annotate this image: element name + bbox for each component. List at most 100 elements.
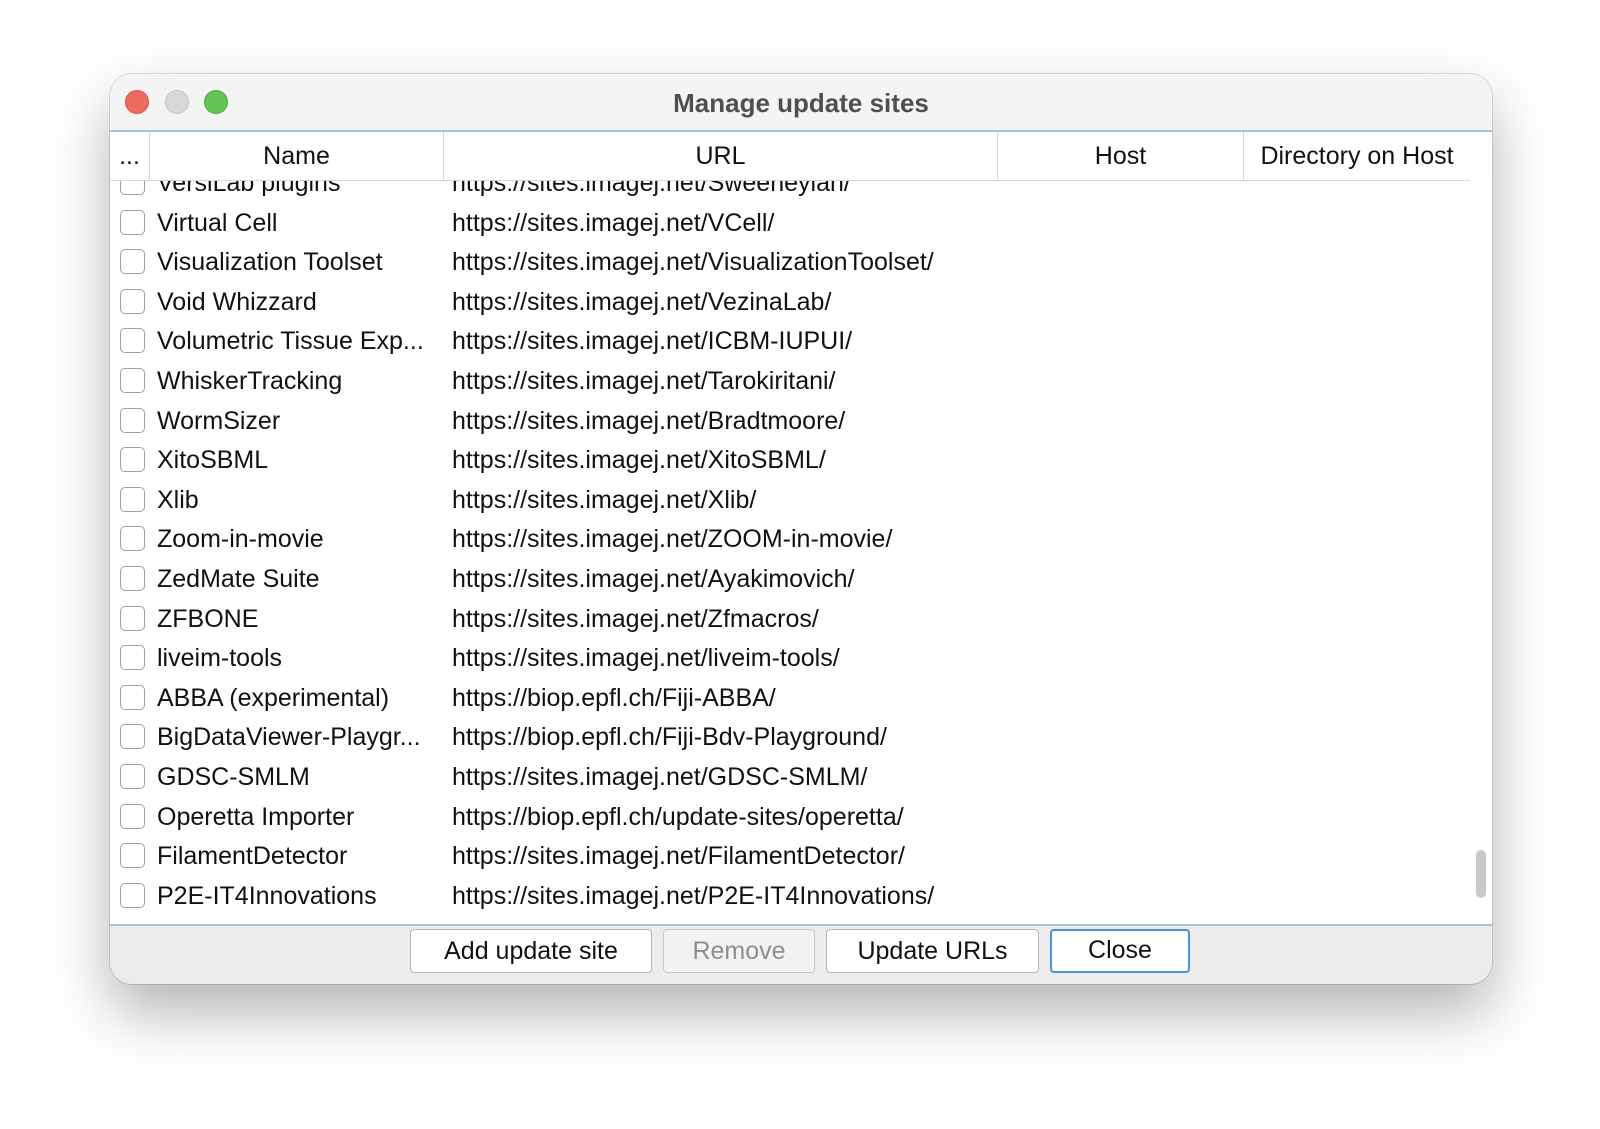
site-url-cell: https://sites.imagej.net/XitoSBML/ [452, 446, 826, 475]
table-row[interactable]: Operetta Importer https://biop.epfl.ch/up… [110, 798, 1470, 838]
site-url-cell: https://sites.imagej.net/ICBM-IUPUI/ [452, 327, 853, 356]
site-name-cell: P2E-IT4Innovations [157, 881, 377, 910]
site-host-cell [998, 560, 1238, 600]
site-url-cell: https://sites.imagej.net/Tarokiritani/ [452, 366, 836, 395]
site-host-cell [998, 758, 1238, 798]
table-row[interactable]: WhiskerTracking https://sites.imagej.net/… [110, 362, 1470, 402]
site-host-cell [998, 283, 1238, 323]
scrollbar-thumb[interactable] [1476, 850, 1486, 898]
site-url-cell: https://sites.imagej.net/ZOOM-in-movie/ [452, 525, 893, 554]
site-name-cell: FilamentDetector [157, 842, 348, 871]
table-row[interactable]: P2E-IT4Innovations https://sites.imagej.n… [110, 877, 1470, 917]
table-row[interactable]: Zoom-in-movie https://sites.imagej.net/ZO… [110, 520, 1470, 560]
column-header-more[interactable]: ... [110, 132, 150, 180]
site-host-cell [998, 180, 1238, 204]
site-checkbox[interactable] [120, 447, 145, 473]
site-checkbox[interactable] [120, 288, 145, 314]
table-row[interactable]: FilamentDetector https://sites.imagej.net… [110, 837, 1470, 877]
vertical-scrollbar[interactable] [1470, 132, 1490, 924]
close-button[interactable]: Close [1050, 929, 1190, 973]
site-url-cell: https://sites.imagej.net/liveim-tools/ [452, 644, 840, 673]
site-name-cell: GDSC-SMLM [157, 762, 310, 791]
site-checkbox[interactable] [120, 763, 145, 789]
column-header-host[interactable]: Host [998, 132, 1244, 180]
table-row[interactable]: ZedMate Suite https://sites.imagej.net/Ay… [110, 560, 1470, 600]
site-url-cell: https://sites.imagej.net/FilamentDetecto… [452, 842, 905, 871]
site-name-cell: Xlib [157, 485, 199, 514]
site-url-cell: https://sites.imagej.net/P2E-IT4Innovati… [452, 881, 935, 910]
table-row[interactable]: Void Whizzard https://sites.imagej.net/Ve… [110, 283, 1470, 323]
table-rows: VersiLab plugins https://sites.imagej.net… [110, 180, 1470, 916]
site-directory-cell [1244, 718, 1464, 758]
table-header: ... Name URL Host Directory on Host [110, 132, 1470, 181]
site-host-cell [998, 204, 1238, 244]
site-url-cell: https://sites.imagej.net/Xlib/ [452, 485, 757, 514]
column-header-directory[interactable]: Directory on Host [1244, 132, 1470, 180]
site-checkbox[interactable] [120, 209, 145, 235]
site-checkbox[interactable] [120, 724, 145, 750]
site-name-cell: Operetta Importer [157, 802, 355, 831]
remove-button[interactable]: Remove [663, 929, 815, 973]
site-directory-cell [1244, 560, 1464, 600]
button-bar: Add update site Remove Update URLs Close [110, 926, 1492, 984]
table-row[interactable]: WormSizer https://sites.imagej.net/Bradtm… [110, 402, 1470, 442]
site-host-cell [998, 877, 1238, 917]
add-update-site-button[interactable]: Add update site [410, 929, 652, 973]
site-checkbox[interactable] [120, 803, 145, 829]
site-checkbox[interactable] [120, 605, 145, 631]
table-row[interactable]: Xlib https://sites.imagej.net/Xlib/ [110, 481, 1470, 521]
site-checkbox[interactable] [120, 367, 145, 393]
title-bar[interactable]: Manage update sites [110, 74, 1492, 130]
update-sites-table: ... Name URL Host Directory on Host Vers… [110, 130, 1492, 926]
site-checkbox[interactable] [120, 684, 145, 710]
table-row[interactable]: BigDataViewer-Playgr... https://biop.epfl… [110, 718, 1470, 758]
table-row[interactable]: Volumetric Tissue Exp... https://sites.im… [110, 322, 1470, 362]
column-header-name[interactable]: Name [150, 132, 444, 180]
table-row[interactable]: Visualization Toolset https://sites.image… [110, 243, 1470, 283]
table-row[interactable]: VersiLab plugins https://sites.imagej.net… [110, 180, 1470, 204]
update-urls-button[interactable]: Update URLs [826, 929, 1039, 973]
column-header-url[interactable]: URL [444, 132, 998, 180]
site-directory-cell [1244, 322, 1464, 362]
site-checkbox[interactable] [120, 407, 145, 433]
site-checkbox[interactable] [120, 645, 145, 671]
site-checkbox[interactable] [120, 180, 145, 195]
site-directory-cell [1244, 204, 1464, 244]
site-host-cell [998, 322, 1238, 362]
site-name-cell: XitoSBML [157, 446, 269, 475]
site-url-cell: https://sites.imagej.net/Sweeneyian/ [452, 180, 851, 197]
site-host-cell [998, 362, 1238, 402]
site-checkbox[interactable] [120, 526, 145, 552]
table-row[interactable]: Virtual Cell https://sites.imagej.net/VCe… [110, 204, 1470, 244]
site-name-cell: ZedMate Suite [157, 564, 320, 593]
site-directory-cell [1244, 520, 1464, 560]
site-checkbox[interactable] [120, 843, 145, 869]
site-host-cell [998, 520, 1238, 560]
site-url-cell: https://biop.epfl.ch/Fiji-Bdv-Playground… [452, 723, 887, 752]
site-host-cell [998, 679, 1238, 719]
site-checkbox[interactable] [120, 328, 145, 354]
table-row[interactable]: ZFBONE https://sites.imagej.net/Zfmacros/ [110, 600, 1470, 640]
site-directory-cell [1244, 639, 1464, 679]
site-checkbox[interactable] [120, 565, 145, 591]
site-name-cell: ABBA (experimental) [157, 683, 390, 712]
site-directory-cell [1244, 758, 1464, 798]
site-url-cell: https://biop.epfl.ch/Fiji-ABBA/ [452, 683, 776, 712]
site-host-cell [998, 718, 1238, 758]
site-checkbox[interactable] [120, 486, 145, 512]
site-directory-cell [1244, 877, 1464, 917]
site-name-cell: VersiLab plugins [157, 180, 341, 197]
table-row[interactable]: ABBA (experimental) https://biop.epfl.ch/… [110, 679, 1470, 719]
table-row[interactable]: liveim-tools https://sites.imagej.net/liv… [110, 639, 1470, 679]
site-checkbox[interactable] [120, 882, 145, 908]
site-url-cell: https://sites.imagej.net/Bradtmoore/ [452, 406, 846, 435]
site-host-cell [998, 441, 1238, 481]
site-url-cell: https://sites.imagej.net/VezinaLab/ [452, 287, 832, 316]
site-checkbox[interactable] [120, 249, 145, 275]
site-url-cell: https://sites.imagej.net/GDSC-SMLM/ [452, 762, 868, 791]
site-directory-cell [1244, 798, 1464, 838]
site-directory-cell [1244, 600, 1464, 640]
table-row[interactable]: XitoSBML https://sites.imagej.net/XitoSBM… [110, 441, 1470, 481]
table-row[interactable]: GDSC-SMLM https://sites.imagej.net/GDSC-S… [110, 758, 1470, 798]
site-host-cell [998, 798, 1238, 838]
